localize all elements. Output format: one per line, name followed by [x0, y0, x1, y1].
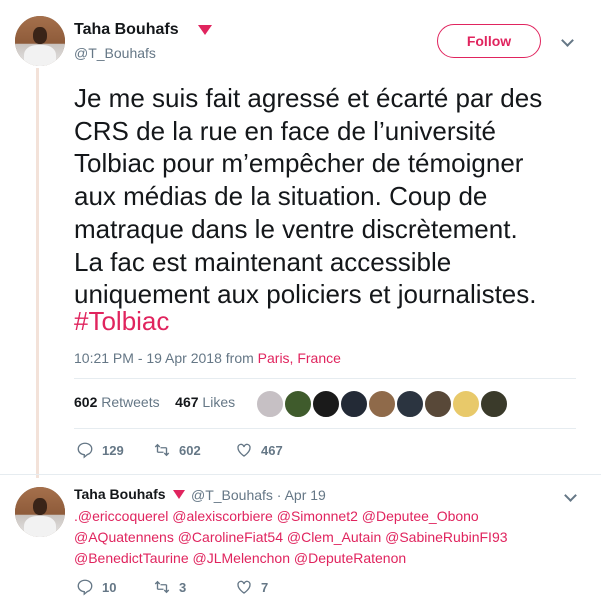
reply-button[interactable]: 10: [76, 578, 116, 596]
tweet-stats: 602 Retweets 467 Likes: [74, 394, 235, 410]
retweet-count: 3: [179, 579, 187, 595]
hashtag-link[interactable]: #Tolbiac: [74, 306, 169, 337]
liker-avatar[interactable]: [424, 390, 452, 418]
flag-icon: [173, 490, 185, 499]
retweet-icon: [154, 443, 170, 457]
reply-count: 10: [102, 579, 117, 595]
retweet-button[interactable]: 3: [153, 578, 186, 596]
follow-button[interactable]: Follow: [437, 24, 541, 58]
liker-avatar[interactable]: [452, 390, 480, 418]
reply-author-handle[interactable]: @T_Bouhafs · Apr 19: [191, 487, 326, 503]
reply-icon: [77, 442, 93, 459]
retweet-icon: [154, 580, 170, 594]
heart-icon: [237, 443, 251, 457]
retweets-label[interactable]: Retweets: [101, 394, 159, 410]
divider: [0, 474, 601, 475]
reply-author-avatar[interactable]: [15, 487, 65, 537]
tweet-text: Je me suis fait agressé et écarté par de…: [74, 83, 543, 310]
liker-avatar[interactable]: [340, 390, 368, 418]
heart-icon: [237, 580, 251, 594]
liker-avatar[interactable]: [312, 390, 340, 418]
reply-author-name[interactable]: Taha Bouhafs: [74, 486, 166, 502]
likes-label[interactable]: Likes: [202, 394, 235, 410]
divider: [74, 378, 576, 379]
liker-avatar[interactable]: [256, 390, 284, 418]
liker-avatar[interactable]: [396, 390, 424, 418]
tweet-timestamp: 10:21 PM - 19 Apr 2018 from Paris, Franc…: [74, 350, 341, 366]
like-count: 7: [261, 579, 269, 595]
chevron-down-icon[interactable]: [561, 34, 574, 47]
tweet-time[interactable]: 10:21 PM - 19 Apr 2018 from: [74, 350, 258, 366]
thread-line: [36, 68, 39, 478]
location-link[interactable]: Paris, France: [258, 350, 341, 366]
like-button[interactable]: 467: [235, 441, 283, 459]
reply-button[interactable]: 129: [76, 441, 124, 459]
author-handle[interactable]: @T_Bouhafs: [74, 45, 156, 61]
reply-icon: [77, 579, 93, 596]
liker-avatar[interactable]: [284, 390, 312, 418]
chevron-down-icon[interactable]: [564, 489, 577, 502]
flag-icon: [198, 25, 212, 35]
liker-avatar[interactable]: [480, 390, 508, 418]
retweet-count: 602: [179, 442, 201, 458]
like-button[interactable]: 7: [235, 578, 268, 596]
divider: [74, 428, 576, 429]
likes-count[interactable]: 467: [175, 394, 198, 410]
author-avatar[interactable]: [15, 16, 65, 66]
reply-mentions[interactable]: .@ericcoquerel @alexiscorbiere @Simonnet…: [74, 506, 544, 569]
author-name[interactable]: Taha Bouhafs: [74, 21, 179, 39]
like-count: 467: [261, 442, 283, 458]
liker-avatar[interactable]: [368, 390, 396, 418]
reply-count: 129: [102, 442, 124, 458]
retweet-button[interactable]: 602: [153, 441, 201, 459]
retweets-count[interactable]: 602: [74, 394, 97, 410]
